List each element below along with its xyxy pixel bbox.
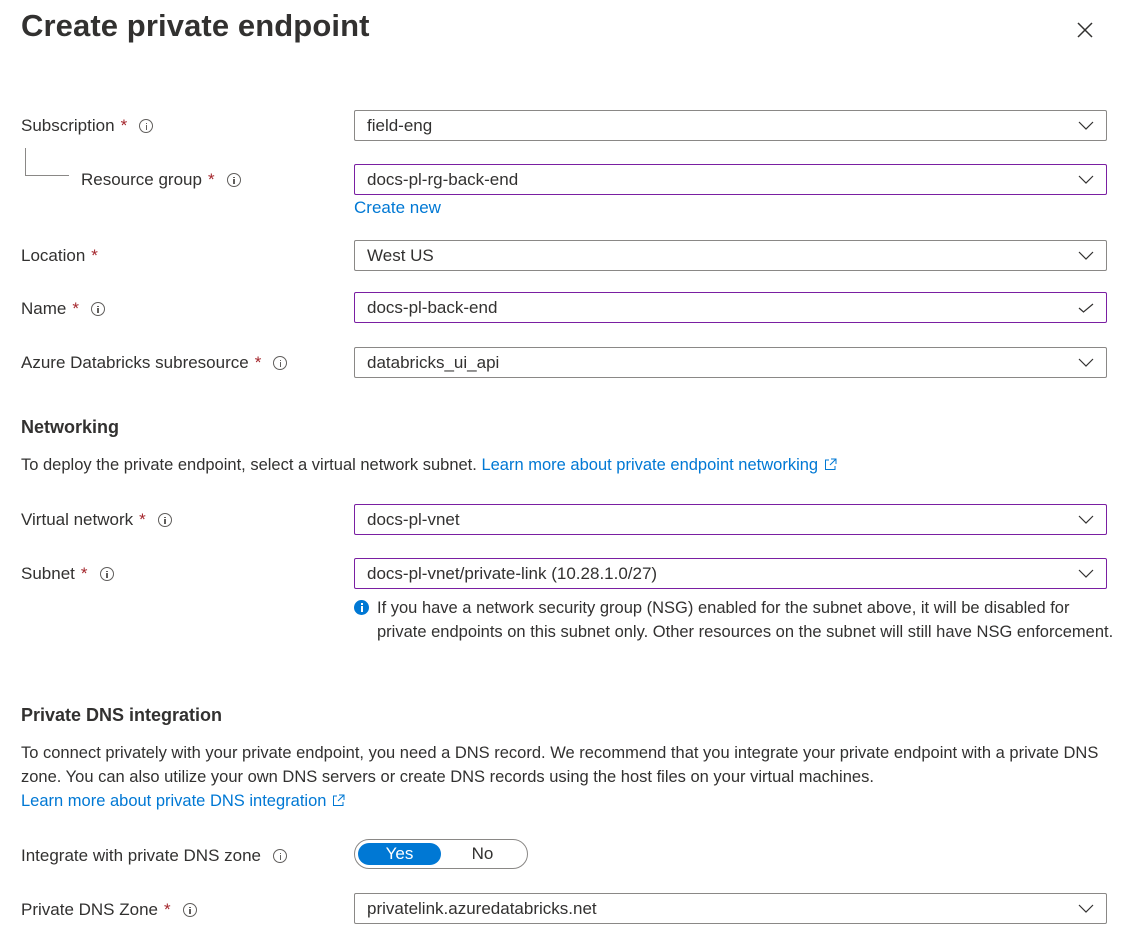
resource-group-dropdown[interactable]: docs-pl-rg-back-end — [354, 164, 1107, 195]
networking-heading: Networking — [21, 417, 120, 437]
info-icon[interactable] — [90, 302, 105, 316]
dns-heading: Private DNS integration — [21, 705, 223, 725]
subnet-value: docs-pl-vnet/private-link (10.28.1.0/27) — [367, 563, 658, 583]
name-input[interactable]: docs-pl-back-end — [354, 292, 1107, 323]
info-icon[interactable] — [226, 173, 241, 187]
info-icon[interactable] — [139, 119, 154, 133]
dns-description-text: To connect privately with your private e… — [21, 744, 1099, 786]
chevron-down-icon — [1078, 175, 1094, 184]
required-asterisk: * — [120, 116, 128, 135]
subscription-label-text: Subscription — [21, 116, 115, 135]
info-icon[interactable] — [99, 567, 114, 581]
subresource-value: databricks_ui_api — [367, 352, 500, 372]
integrate-dns-toggle[interactable]: Yes No — [354, 839, 528, 869]
chevron-down-icon — [1078, 515, 1094, 524]
external-link-icon — [825, 458, 837, 470]
page-title: Create private endpoint — [21, 8, 370, 43]
subresource-label: Azure Databricks subresource * — [21, 353, 288, 373]
dns-zone-label-text: Private DNS Zone — [21, 900, 158, 919]
subresource-dropdown[interactable]: databricks_ui_api — [354, 347, 1107, 378]
chevron-down-icon — [1078, 569, 1094, 578]
dns-zone-label: Private DNS Zone * — [21, 900, 197, 920]
subnet-label-text: Subnet — [21, 564, 75, 583]
dns-zone-dropdown[interactable]: privatelink.azuredatabricks.net — [354, 893, 1107, 924]
subnet-label: Subnet * — [21, 564, 114, 584]
subresource-label-text: Azure Databricks subresource — [21, 353, 249, 372]
integrate-dns-label-text: Integrate with private DNS zone — [21, 846, 262, 865]
required-asterisk: * — [139, 510, 146, 529]
virtual-network-label: Virtual network * — [21, 510, 172, 530]
info-icon[interactable] — [273, 849, 288, 863]
info-icon[interactable] — [273, 356, 288, 370]
nsg-info-text: If you have a network security group (NS… — [377, 599, 1114, 641]
required-asterisk: * — [91, 246, 98, 265]
location-label: Location * — [21, 246, 98, 266]
required-asterisk: * — [164, 900, 171, 919]
chevron-down-icon — [1078, 251, 1094, 260]
info-filled-icon — [354, 600, 369, 615]
info-icon[interactable] — [182, 903, 197, 917]
required-asterisk: * — [80, 564, 88, 583]
location-dropdown[interactable]: West US — [354, 240, 1107, 271]
close-icon — [1077, 22, 1093, 38]
toggle-option-no[interactable]: No — [441, 843, 524, 865]
chevron-down-icon — [1078, 121, 1094, 130]
name-label: Name * — [21, 299, 105, 319]
resource-group-label-text: Resource group — [81, 170, 202, 189]
dns-zone-value: privatelink.azuredatabricks.net — [367, 898, 597, 918]
location-label-text: Location — [21, 246, 86, 265]
location-value: West US — [367, 245, 434, 265]
networking-learn-more-text: Learn more about private endpoint networ… — [481, 456, 819, 474]
create-new-link[interactable]: Create new — [354, 198, 441, 218]
subscription-dropdown[interactable]: field-eng — [354, 110, 1107, 141]
integrate-dns-label: Integrate with private DNS zone — [21, 846, 288, 866]
networking-learn-more-link[interactable]: Learn more about private endpoint networ… — [481, 456, 837, 474]
toggle-option-yes[interactable]: Yes — [358, 843, 441, 865]
networking-description: To deploy the private endpoint, select a… — [21, 453, 837, 477]
required-asterisk: * — [254, 353, 262, 372]
virtual-network-dropdown[interactable]: docs-pl-vnet — [354, 504, 1107, 535]
resource-group-label: Resource group * — [81, 170, 241, 190]
name-value: docs-pl-back-end — [367, 297, 498, 317]
dns-learn-more-link[interactable]: Learn more about private DNS integration — [21, 792, 345, 810]
dns-description: To connect privately with your private e… — [21, 741, 1101, 813]
checkmark-icon — [1078, 303, 1094, 313]
dns-learn-more-text: Learn more about private DNS integration — [21, 792, 327, 810]
subnet-dropdown[interactable]: docs-pl-vnet/private-link (10.28.1.0/27) — [354, 558, 1107, 589]
subscription-label: Subscription * — [21, 116, 154, 136]
info-icon[interactable] — [157, 513, 172, 527]
virtual-network-label-text: Virtual network — [21, 510, 134, 529]
subscription-value: field-eng — [367, 115, 433, 135]
close-button[interactable] — [1073, 18, 1097, 42]
required-asterisk: * — [72, 299, 79, 318]
name-label-text: Name — [21, 299, 67, 318]
chevron-down-icon — [1078, 904, 1094, 913]
virtual-network-value: docs-pl-vnet — [367, 509, 460, 529]
chevron-down-icon — [1078, 358, 1094, 367]
hierarchy-connector — [25, 148, 69, 176]
required-asterisk: * — [207, 170, 215, 189]
external-link-icon — [333, 794, 345, 806]
resource-group-value: docs-pl-rg-back-end — [367, 169, 519, 189]
nsg-info-message: If you have a network security group (NS… — [354, 596, 1114, 644]
networking-description-text: To deploy the private endpoint, select a… — [21, 456, 477, 474]
